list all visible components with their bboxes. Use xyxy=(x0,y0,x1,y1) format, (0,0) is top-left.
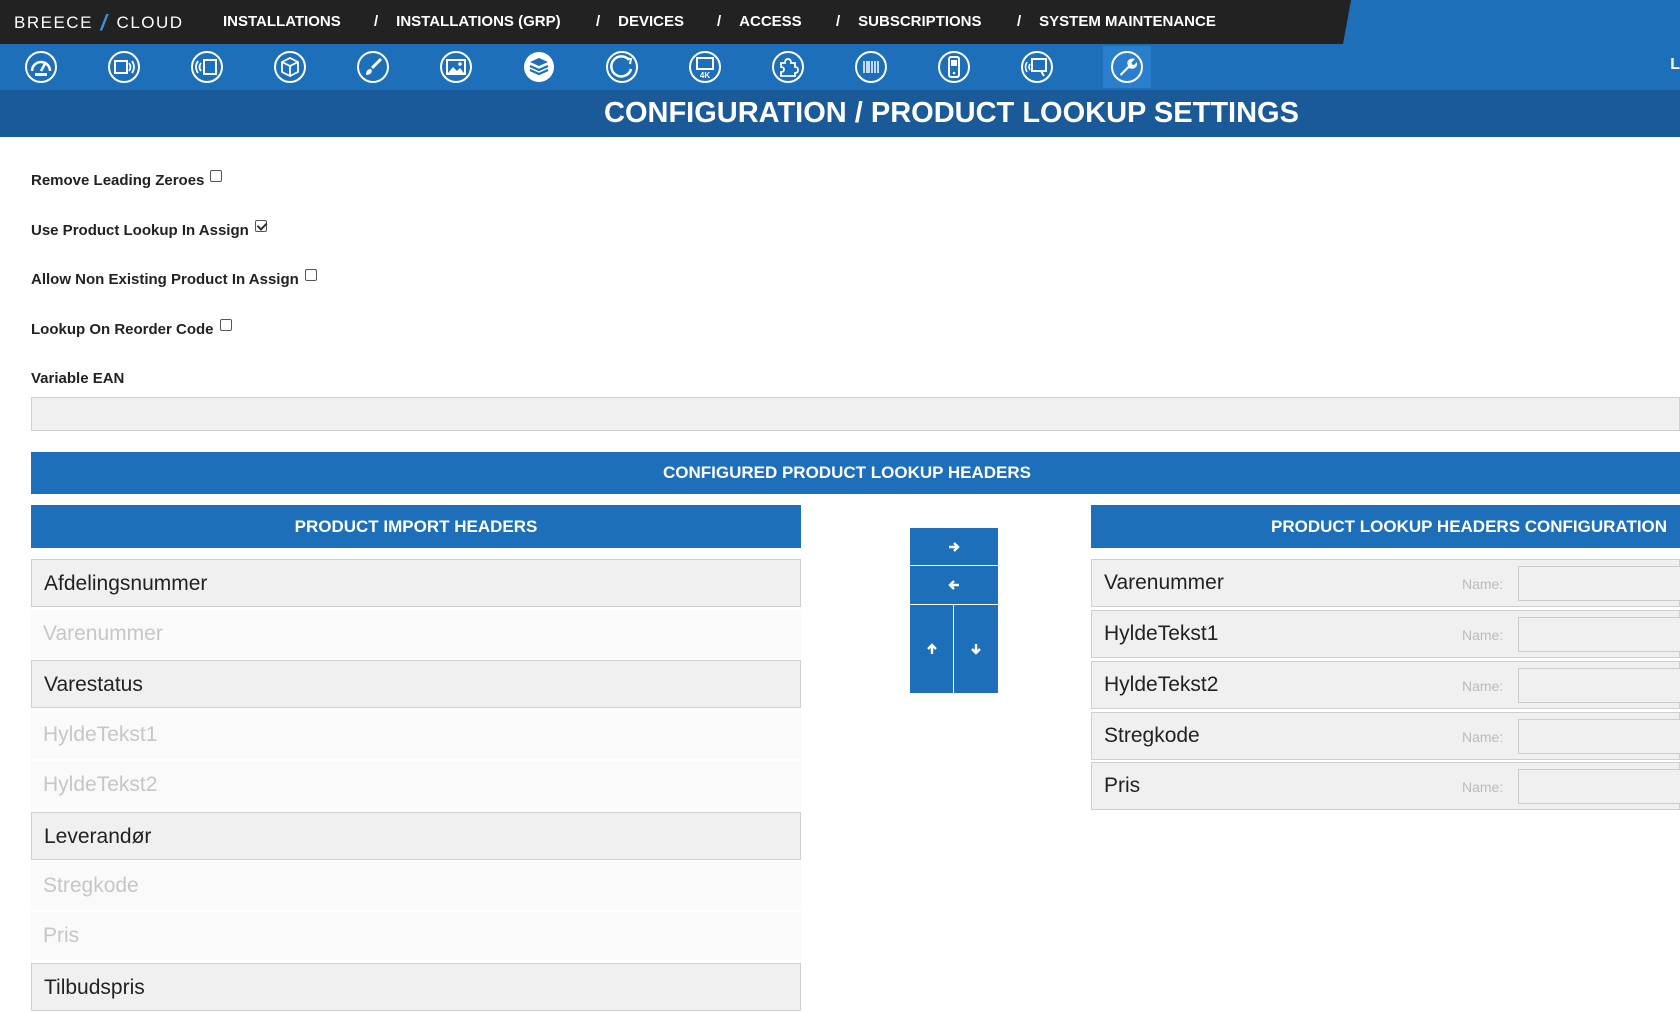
remove-leading-zeroes-checkbox[interactable] xyxy=(210,170,223,182)
gallery-icon[interactable] xyxy=(432,46,480,88)
variable-ean-input[interactable] xyxy=(31,397,1680,431)
top-navigation-bar: BREECE / CLOUD INSTALLATIONS / INSTALLATI… xyxy=(0,0,1680,44)
variable-ean-label: Variable EAN xyxy=(31,370,125,387)
sensor-icon[interactable] xyxy=(100,46,148,88)
move-left-button[interactable] xyxy=(910,566,998,604)
name-input[interactable] xyxy=(1518,617,1680,652)
nav-devices[interactable]: / DEVICES xyxy=(596,0,684,44)
option-remove-leading-zeroes: Remove Leading Zeroes xyxy=(31,170,223,189)
signage-icon[interactable] xyxy=(1013,46,1061,88)
icon-toolbar: 4K L xyxy=(0,44,1680,90)
move-right-button[interactable] xyxy=(910,528,998,565)
name-label: Name: xyxy=(1462,576,1504,592)
import-header-item[interactable]: Leverandør xyxy=(31,812,801,860)
option-allow-non-existing-product: Allow Non Existing Product In Assign xyxy=(31,269,317,288)
barcode-scanner-icon[interactable] xyxy=(847,46,895,88)
name-label: Name: xyxy=(1462,729,1504,745)
product-lookup-headers-configuration-title: PRODUCT LOOKUP HEADERS CONFIGURATION xyxy=(1091,505,1680,548)
lookup-header-label: HyldeTekst1 xyxy=(1104,622,1219,645)
monitor-4k-icon[interactable]: 4K xyxy=(681,46,729,88)
name-label: Name: xyxy=(1462,779,1504,795)
arrow-left-icon xyxy=(948,580,959,590)
import-header-item: HyldeTekst2 xyxy=(31,761,801,809)
lookup-on-reorder-code-checkbox[interactable] xyxy=(219,319,232,331)
allow-non-existing-product-checkbox[interactable] xyxy=(304,269,317,281)
handheld-device-icon[interactable] xyxy=(930,46,978,88)
top-bar-accent xyxy=(1343,0,1680,44)
nav-subscriptions[interactable]: / SUBSCRIPTIONS xyxy=(836,0,982,44)
brand-left: BREECE xyxy=(14,13,93,32)
wireless-tag-icon[interactable] xyxy=(183,46,231,88)
import-header-item[interactable]: Tilbudspris xyxy=(31,963,801,1011)
option-label: Use Product Lookup In Assign xyxy=(31,222,249,239)
brand-logo[interactable]: BREECE / CLOUD xyxy=(14,10,184,35)
page-title-band: CONFIGURATION / PRODUCT LOOKUP SETTINGS xyxy=(0,90,1680,137)
option-use-product-lookup-in-assign: Use Product Lookup In Assign xyxy=(31,220,267,239)
lookup-header-label: Pris xyxy=(1104,774,1141,797)
lookup-header-row[interactable]: Pris Name: xyxy=(1091,762,1680,810)
import-header-item: Varenummer xyxy=(31,610,801,658)
dashboard-icon[interactable] xyxy=(17,46,65,88)
nav-access[interactable]: / ACCESS xyxy=(717,0,802,44)
toolbar-right-text[interactable]: L xyxy=(1670,56,1680,74)
nav-installations-grp[interactable]: / INSTALLATIONS (GRP) xyxy=(374,0,561,44)
arrow-down-icon xyxy=(971,644,981,655)
nav-system-maintenance[interactable]: / SYSTEM MAINTENANCE xyxy=(1017,0,1216,44)
use-product-lookup-in-assign-checkbox[interactable] xyxy=(254,220,267,232)
lookup-header-label: HyldeTekst2 xyxy=(1104,673,1219,696)
name-input[interactable] xyxy=(1518,566,1680,601)
refresh-circle-icon[interactable] xyxy=(598,46,646,88)
import-header-item[interactable]: Afdelingsnummer xyxy=(31,559,801,607)
import-header-item[interactable]: Varestatus xyxy=(31,660,801,708)
name-input[interactable] xyxy=(1518,668,1680,703)
wrench-icon[interactable] xyxy=(1103,46,1151,88)
import-header-item: Pris xyxy=(31,912,801,960)
lookup-header-label: Varenummer xyxy=(1104,571,1224,594)
option-label: Lookup On Reorder Code xyxy=(31,321,214,338)
package-icon[interactable] xyxy=(266,46,314,88)
arrow-up-icon xyxy=(926,643,937,654)
puzzle-icon[interactable] xyxy=(764,46,812,88)
name-label: Name: xyxy=(1462,678,1504,694)
move-up-button[interactable] xyxy=(910,605,953,693)
lookup-header-row[interactable]: HyldeTekst1 Name: xyxy=(1091,610,1680,658)
move-down-button[interactable] xyxy=(954,605,998,693)
option-label: Remove Leading Zeroes xyxy=(31,172,205,189)
lookup-header-row[interactable]: Stregkode Name: xyxy=(1091,712,1680,760)
import-header-item: HyldeTekst1 xyxy=(31,711,801,759)
name-input[interactable] xyxy=(1518,769,1680,804)
option-label: Allow Non Existing Product In Assign xyxy=(31,271,299,288)
page-title: CONFIGURATION / PRODUCT LOOKUP SETTINGS xyxy=(604,97,1299,129)
nav-installations[interactable]: INSTALLATIONS xyxy=(223,0,341,44)
layers-icon[interactable] xyxy=(515,46,563,88)
brush-icon[interactable] xyxy=(349,46,397,88)
product-import-headers-title: PRODUCT IMPORT HEADERS xyxy=(31,505,801,548)
name-input[interactable] xyxy=(1518,719,1680,754)
arrow-right-icon xyxy=(949,541,960,552)
name-label: Name: xyxy=(1462,627,1504,643)
svg-text:4K: 4K xyxy=(700,71,710,80)
lookup-header-row[interactable]: Varenummer Name: xyxy=(1091,559,1680,607)
brand-slash: / xyxy=(98,10,112,35)
lookup-header-row[interactable]: HyldeTekst2 Name: xyxy=(1091,661,1680,709)
brand-right: CLOUD xyxy=(116,13,184,32)
lookup-header-label: Stregkode xyxy=(1104,724,1200,747)
import-header-item: Stregkode xyxy=(31,862,801,910)
configured-product-lookup-headers-title: CONFIGURED PRODUCT LOOKUP HEADERS xyxy=(31,452,1680,494)
option-lookup-on-reorder-code: Lookup On Reorder Code xyxy=(31,319,232,338)
